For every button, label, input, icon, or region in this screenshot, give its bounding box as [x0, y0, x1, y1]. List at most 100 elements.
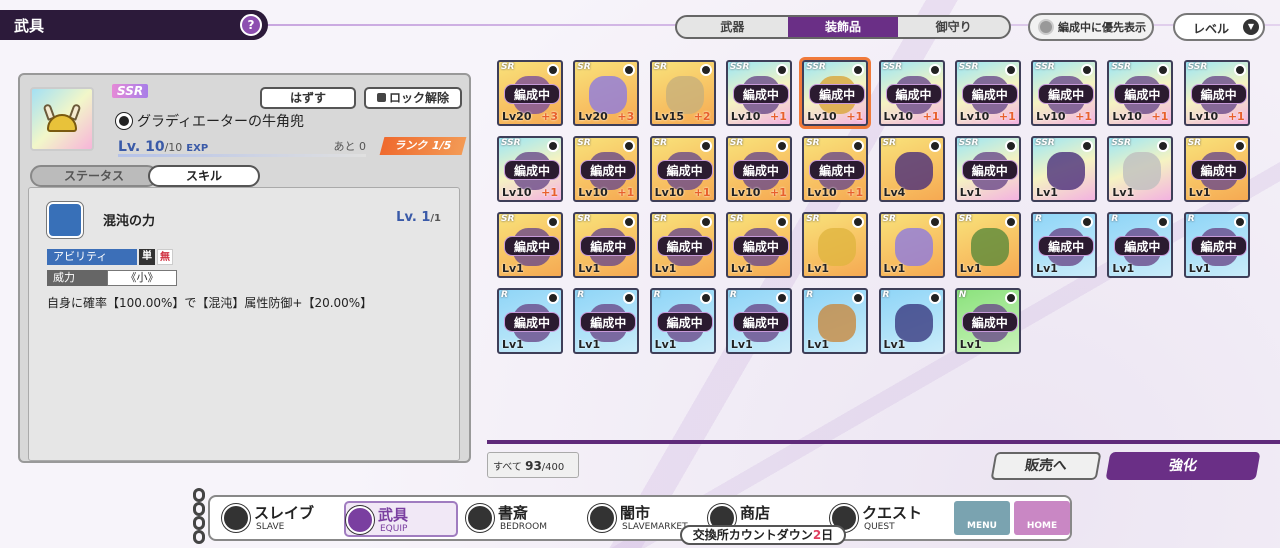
- card-level: Lv10: [807, 110, 837, 123]
- accessory-card[interactable]: R 編成中 Lv1: [649, 288, 716, 354]
- ring-icon: [699, 140, 712, 152]
- equipped-badge: 編成中: [1114, 236, 1171, 256]
- exp-label: EXP: [186, 143, 209, 154]
- home-button[interactable]: HOME: [1014, 501, 1070, 535]
- slave-icon: [222, 504, 250, 532]
- accessory-card[interactable]: SSR 編成中 Lv10 +1: [725, 60, 792, 126]
- accessory-card[interactable]: SR 編成中 Lv10 +1: [649, 136, 716, 202]
- accessory-card[interactable]: R 編成中 Lv1: [1183, 212, 1250, 278]
- ring-icon: [1233, 64, 1246, 76]
- accessory-card[interactable]: SR 編成中 Lv10 +1: [725, 136, 792, 202]
- ring-icon: [928, 64, 941, 76]
- power-label: 威力: [47, 270, 107, 286]
- accessory-card[interactable]: SR Lv15 +2: [649, 60, 716, 126]
- accessory-card[interactable]: N 編成中 Lv1: [954, 288, 1021, 354]
- accessory-card[interactable]: SR 編成中 Lv1: [573, 212, 640, 278]
- accessory-card[interactable]: SSR 編成中 Lv10 +1: [954, 60, 1021, 126]
- rarity-label: SR: [577, 138, 591, 148]
- accessory-card[interactable]: SSR 編成中 Lv10 +1: [1031, 60, 1098, 126]
- equipped-badge: 編成中: [504, 84, 560, 104]
- ring-icon: [852, 292, 865, 304]
- accessory-card[interactable]: SR 編成中 Lv1: [497, 212, 563, 278]
- accessory-card[interactable]: R Lv1: [802, 288, 869, 354]
- accessory-card[interactable]: R 編成中 Lv1: [1107, 212, 1174, 278]
- bottom-nav: スレイブ SLAVE 武具 EQUIP 書斎 BEDROOM 闇市 SLAVEMARKE…: [208, 495, 1072, 541]
- accessory-card[interactable]: SR Lv1: [878, 212, 945, 278]
- accessory-card[interactable]: SR 編成中 Lv1: [1183, 136, 1250, 202]
- tab-charm[interactable]: 御守り: [898, 17, 1009, 37]
- skill-box: 混沌の力 Lv. 1/1 アビリティ 単 無 威力 《小》 自身に確率【100.…: [28, 187, 460, 461]
- tab-accessory[interactable]: 装飾品: [787, 17, 899, 37]
- equipped-badge: 編成中: [504, 236, 560, 256]
- accessory-card[interactable]: SR 編成中 Lv1: [649, 212, 716, 278]
- nav-quest[interactable]: クエスト QUEST: [830, 501, 946, 537]
- card-level: Lv1: [1112, 262, 1135, 275]
- accessory-card[interactable]: SSR 編成中 Lv10 +1: [1183, 60, 1250, 126]
- rarity-label: R: [1111, 214, 1119, 224]
- equip-icon: [346, 506, 374, 534]
- accessory-card[interactable]: SR 編成中 Lv10 +1: [802, 136, 869, 202]
- accessory-card[interactable]: R 編成中 Lv1: [573, 288, 640, 354]
- accessory-art-icon: [818, 228, 857, 266]
- accessory-card[interactable]: SR Lv20 +3: [573, 60, 640, 126]
- card-level: Lv10: [959, 110, 990, 123]
- card-plus: +1: [1227, 110, 1245, 123]
- ring-icon: [1081, 216, 1094, 228]
- unlock-button[interactable]: ロック解除: [364, 87, 462, 109]
- card-level: Lv10: [1036, 110, 1066, 123]
- card-level: Lv1: [578, 338, 601, 351]
- card-level: Lv1: [578, 262, 601, 275]
- accessory-card[interactable]: SR 編成中 Lv1: [725, 212, 792, 278]
- rarity-label: R: [1035, 214, 1043, 224]
- unequip-button[interactable]: はずす: [260, 87, 356, 109]
- accessory-card[interactable]: SSR 編成中 Lv10 +1: [497, 136, 563, 202]
- card-plus: +1: [846, 110, 864, 123]
- accessory-card[interactable]: R 編成中 Lv1: [1031, 212, 1098, 278]
- accessory-card[interactable]: SSR 編成中 Lv10 +1: [878, 60, 945, 126]
- tab-weapon[interactable]: 武器: [677, 17, 788, 37]
- nav-bedroom[interactable]: 書斎 BEDROOM: [466, 501, 580, 537]
- target-tag: 単: [139, 249, 155, 265]
- accessory-card[interactable]: SSR Lv1: [1107, 136, 1174, 202]
- accessory-card[interactable]: R 編成中 Lv1: [497, 288, 563, 354]
- countdown-days: 2: [812, 528, 822, 542]
- sort-select[interactable]: レベル ▼: [1173, 13, 1265, 41]
- ring-icon: [699, 292, 712, 304]
- menu-button[interactable]: MENU: [954, 501, 1010, 535]
- card-level: Lv1: [1036, 262, 1058, 275]
- accessory-art-icon: [970, 228, 1009, 266]
- accessory-card[interactable]: SR Lv1: [954, 212, 1021, 278]
- skill-level-text: Lv. 1: [396, 210, 431, 225]
- ring-icon: [1081, 140, 1094, 152]
- rarity-label: SSR: [729, 62, 750, 72]
- card-level: Lv10: [807, 186, 837, 199]
- accessory-card[interactable]: SSR Lv1: [1031, 136, 1098, 202]
- nav-equip[interactable]: 武具 EQUIP: [344, 501, 458, 537]
- unlock-label: ロック解除: [388, 91, 449, 105]
- ring-icon: [775, 140, 788, 152]
- accessory-card[interactable]: SSR 編成中 Lv10 +1: [1107, 60, 1174, 126]
- card-plus: +1: [541, 186, 558, 199]
- accessory-card[interactable]: SR Lv4: [878, 136, 945, 202]
- nav-title: 書斎: [498, 504, 529, 522]
- accessory-card[interactable]: R Lv1: [878, 288, 945, 354]
- rarity-label: SR: [577, 214, 591, 224]
- skill-name: 混沌の力: [103, 214, 156, 229]
- card-level: Lv1: [807, 262, 830, 275]
- accessory-card[interactable]: R 編成中 Lv1: [725, 288, 792, 354]
- tab-status[interactable]: ステータス: [30, 165, 158, 187]
- equipped-badge: 編成中: [961, 312, 1018, 332]
- sell-button[interactable]: 販売へ: [990, 452, 1102, 480]
- accessory-card[interactable]: SSR 編成中 Lv1: [954, 136, 1021, 202]
- nav-slave[interactable]: スレイブ SLAVE: [222, 501, 338, 537]
- tab-skill[interactable]: スキル: [148, 165, 260, 187]
- rarity-label: SR: [653, 214, 668, 224]
- accessory-card[interactable]: SR Lv1: [802, 212, 869, 278]
- rank-badge: ランク 1/5: [379, 137, 467, 155]
- accessory-card[interactable]: SSR 編成中 Lv10 +1: [802, 60, 869, 126]
- enhance-button[interactable]: 強化: [1105, 452, 1261, 480]
- accessory-card[interactable]: SR 編成中 Lv20 +3: [497, 60, 563, 126]
- help-icon[interactable]: ?: [240, 14, 262, 36]
- priority-toggle[interactable]: 編成中に優先表示: [1028, 13, 1154, 41]
- accessory-card[interactable]: SR 編成中 Lv10 +1: [573, 136, 640, 202]
